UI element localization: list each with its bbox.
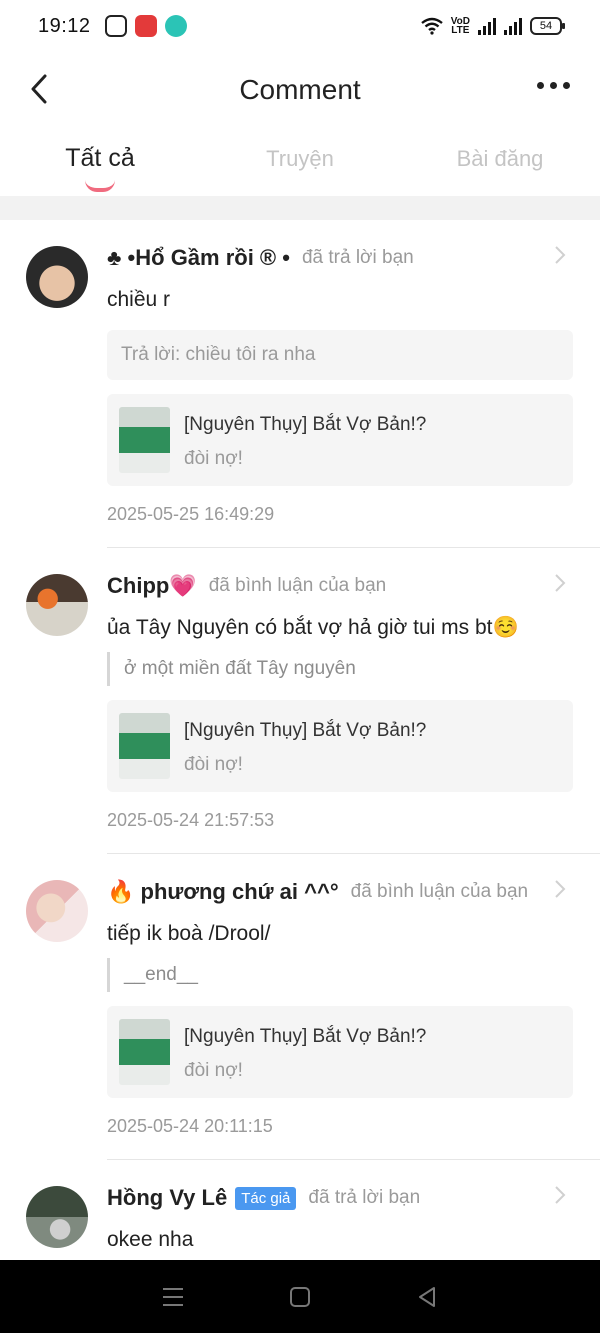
- section-divider: [0, 196, 600, 220]
- club-symbol: ♣: [107, 245, 122, 270]
- system-nav-bar: [0, 1260, 600, 1333]
- system-back-button[interactable]: [414, 1284, 440, 1310]
- action-text: đã trả lời bạn: [301, 247, 414, 268]
- chevron-right-icon: [555, 1186, 566, 1204]
- tab-stories-label: Truyện: [266, 146, 334, 171]
- work-card[interactable]: [Nguyên Thụy] Bắt Vợ Bản!? đòi nợ!: [107, 394, 573, 486]
- home-button[interactable]: [287, 1284, 313, 1310]
- tab-all[interactable]: Tất cả: [0, 130, 200, 196]
- comment-text: tiếp ik boà /Drool/: [107, 922, 271, 945]
- username-text: phương chứ ai ^^°: [134, 879, 339, 904]
- quoted-text: __end__: [107, 958, 573, 992]
- work-cover: [119, 713, 170, 779]
- app-header: Comment: [0, 52, 600, 130]
- avatar[interactable]: [26, 246, 88, 308]
- chevron-right-icon: [555, 246, 566, 264]
- tab-posts[interactable]: Bài đăng: [400, 130, 600, 196]
- username[interactable]: Chipp💗: [107, 573, 197, 599]
- comment-text: chiều r: [107, 288, 171, 311]
- signal-icon-2: [504, 17, 522, 35]
- avatar[interactable]: [26, 574, 88, 636]
- action-text: đã bình luận của bạn: [208, 575, 387, 596]
- username-text: •Hổ Gầm rồi ® •: [121, 245, 290, 270]
- work-cover: [119, 1019, 170, 1085]
- chat-bubble-icon: [164, 15, 187, 37]
- more-horizontal-icon: [537, 82, 544, 89]
- action-text: đã bình luận của bạn: [350, 881, 529, 902]
- avatar[interactable]: [26, 1186, 88, 1248]
- status-bar: 19:12 VoD LTE 54: [0, 0, 600, 52]
- chevron-right-icon: [555, 880, 566, 898]
- system-icons: VoD LTE 54: [420, 17, 565, 36]
- tab-posts-label: Bài đăng: [456, 146, 544, 171]
- row-divider: [107, 853, 600, 854]
- avatar[interactable]: [26, 880, 88, 942]
- volte-label-bottom: LTE: [451, 25, 470, 36]
- comment-text: ủa Tây Nguyên có bắt vợ hả giờ tui ms bt…: [107, 616, 519, 639]
- timestamp: 2025-05-24 21:57:53: [107, 810, 275, 830]
- work-title: [Nguyên Thụy] Bắt Vợ Bản!?: [184, 1026, 427, 1047]
- comment-text: okee nha: [107, 1228, 194, 1251]
- back-triangle-icon: [418, 1286, 435, 1307]
- wifi-icon: [420, 17, 443, 35]
- timestamp: 2025-05-25 16:49:29: [107, 504, 275, 524]
- work-card[interactable]: [Nguyên Thụy] Bắt Vợ Bản!? đòi nợ!: [107, 1006, 573, 1098]
- tab-bar: Tất cả Truyện Bài đăng: [0, 130, 600, 196]
- more-options-button[interactable]: [537, 82, 570, 89]
- username[interactable]: Hồng Vy Lê: [107, 1185, 227, 1211]
- volte-indicator: VoD LTE: [451, 17, 470, 36]
- username[interactable]: 🔥 phương chứ ai ^^°: [107, 879, 339, 905]
- work-title: [Nguyên Thụy] Bắt Vợ Bản!?: [184, 414, 427, 435]
- reply-box: Trả lời: chiều tôi ra nha: [107, 330, 573, 380]
- signal-icon: [478, 17, 496, 35]
- work-subtitle: đòi nợ!: [184, 754, 243, 775]
- author-badge: Tác giả: [235, 1186, 297, 1210]
- manga-toon-icon: [134, 15, 157, 37]
- action-text: đã trả lời bạn: [308, 1187, 421, 1208]
- row-divider: [107, 1159, 600, 1160]
- work-title: [Nguyên Thụy] Bắt Vợ Bản!?: [184, 720, 427, 741]
- quoted-text: ở một miền đất Tây nguyên: [107, 652, 573, 686]
- active-tab-indicator: [85, 180, 115, 192]
- battery-icon: 54: [530, 17, 565, 35]
- comment-list: ♣ •Hổ Gầm rồi ® • đã trả lời bạn chiều r…: [0, 220, 600, 1260]
- notification-icons: [104, 15, 187, 37]
- chevron-right-icon: [555, 574, 566, 592]
- username[interactable]: ♣ •Hổ Gầm rồi ® •: [107, 245, 290, 271]
- work-subtitle: đòi nợ!: [184, 1060, 243, 1081]
- menu-icon: [163, 1287, 184, 1306]
- tab-stories[interactable]: Truyện: [200, 130, 400, 196]
- tab-all-label: Tất cả: [65, 144, 135, 172]
- status-time: 19:12: [38, 14, 91, 37]
- work-card[interactable]: [Nguyên Thụy] Bắt Vợ Bản!? đòi nợ!: [107, 700, 573, 792]
- timestamp: 2025-05-24 20:11:15: [107, 1116, 273, 1136]
- fire-icon: 🔥: [107, 879, 135, 904]
- work-cover: [119, 407, 170, 473]
- home-square-icon: [289, 1286, 310, 1307]
- tiktok-icon: [104, 15, 127, 37]
- recent-apps-button[interactable]: [160, 1284, 186, 1310]
- row-divider: [107, 547, 600, 548]
- page-title: Comment: [239, 74, 361, 105]
- work-subtitle: đòi nợ!: [184, 448, 243, 469]
